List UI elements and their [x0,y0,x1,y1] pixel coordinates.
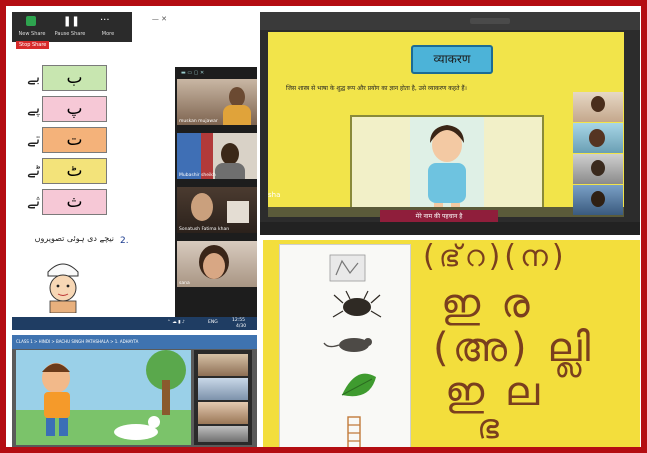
participant-tile[interactable] [198,402,248,424]
grammar-slide: व्याकरण जिस शास्त्र से भाषा के शुद्ध रूप… [268,32,624,211]
participant-tile[interactable] [198,378,248,400]
urdu-letter-box: ب [42,65,107,91]
picture-card [279,244,411,447]
malayalam-line: ഇ ല [445,369,544,415]
urdu-letter-name: ثے [27,192,40,210]
screen-share-toolbar: ❚❚ ··· New Share Pause Share More [12,12,132,42]
stop-share-button[interactable]: Stop Share [16,41,50,49]
more-icon[interactable]: ··· [100,15,110,26]
participant-tile[interactable] [198,426,248,442]
participant-gallery [194,350,252,445]
participant-tile[interactable]: Mubashir sheikh [177,133,257,179]
malayalam-line: (ഭ്‌റ)(ന) [423,240,568,274]
lesson-breadcrumb: CLASS 1 > HINDI > BACHU SINGH PATHSHALA … [16,339,139,344]
window-titlebar [260,12,640,30]
urdu-letter-name: تے [27,130,40,148]
participant-name: Mubashir sheikh [179,173,216,178]
cartoon-scene [16,350,191,445]
lesson-toolbar: CLASS 1 > HINDI > BACHU SINGH PATHSHALA … [12,335,257,349]
question-number: 2. [120,236,129,246]
slide-heading: व्याकरण [411,45,493,74]
urdu-letter-name: بے [27,68,40,86]
participant-tile[interactable] [573,185,623,215]
urdu-letter-name: ٹے [27,161,40,179]
new-share-icon[interactable] [26,16,36,26]
tray-icons[interactable]: ⌃ ☁ ▮ ♪ [167,320,185,325]
clock-time: 12:55 [232,318,245,323]
boy-illustration [47,263,79,313]
participant-tile[interactable]: sana [177,241,257,287]
participant-name: muskan mujawar [179,119,218,124]
participant-name: Sonatush Fatima khan [179,227,230,232]
hindi-grammar-panel: व्याकरण जिस शास्त्र से भाषा के शुद्ध रूप… [260,12,640,235]
speaker-name: sha [268,191,281,199]
slide-definition: जिस शास्त्र से भाषा के शुद्ध रूप और प्रय… [286,85,467,92]
malayalam-line: (അ) ല്ലി [433,325,595,371]
urdu-letter-box: ٹ [42,158,107,184]
participant-tile[interactable] [573,92,623,122]
urdu-letter-name: پے [27,99,40,117]
slide-illustration [350,115,544,211]
more-button[interactable]: More [90,31,126,37]
participant-name: sana [179,281,190,286]
clock-date: 4/30 [236,324,247,329]
malayalam-board-panel: (ഭ്‌റ)(ന) ഇ ര (അ) ല്ലി ഇ ല ഭ [263,240,640,447]
malayalam-line: ഇ ര [441,281,534,327]
gallery-controls[interactable]: ▬ ▭ ▢ ✕ [181,70,251,76]
participant-tile[interactable] [198,354,248,376]
participant-tile[interactable] [573,123,623,153]
urdu-worksheet-panel: ❚❚ ··· New Share Pause Share More Stop S… [12,12,257,330]
participant-gallery: ▬ ▭ ▢ ✕ muskan mujawar Mubashir sheikh S… [175,67,257,330]
pause-icon[interactable]: ❚❚ [63,16,80,27]
cartoon-lesson-panel: CLASS 1 > HINDI > BACHU SINGH PATHSHALA … [12,335,257,447]
window-controls[interactable]: — ✕ [152,15,167,23]
malayalam-line: ഭ [477,407,503,447]
question-text: نیچے دی ہوئی تصویروں [34,234,114,243]
participant-tile[interactable]: Sonatush Fatima khan [177,187,257,233]
language-indicator[interactable]: ENG [208,320,218,325]
new-share-button[interactable]: New Share [14,31,50,37]
windows-taskbar: ⌃ ☁ ▮ ♪ ENG 12:55 4/30 [12,317,257,330]
pause-share-button[interactable]: Pause Share [52,31,88,37]
taskbar [260,222,640,235]
participant-tile[interactable] [573,154,623,184]
urdu-letter-box: ت [42,127,107,153]
participant-tile[interactable]: muskan mujawar [177,79,257,125]
urdu-letter-box: ث [42,189,107,215]
urdu-letter-box: پ [42,96,107,122]
